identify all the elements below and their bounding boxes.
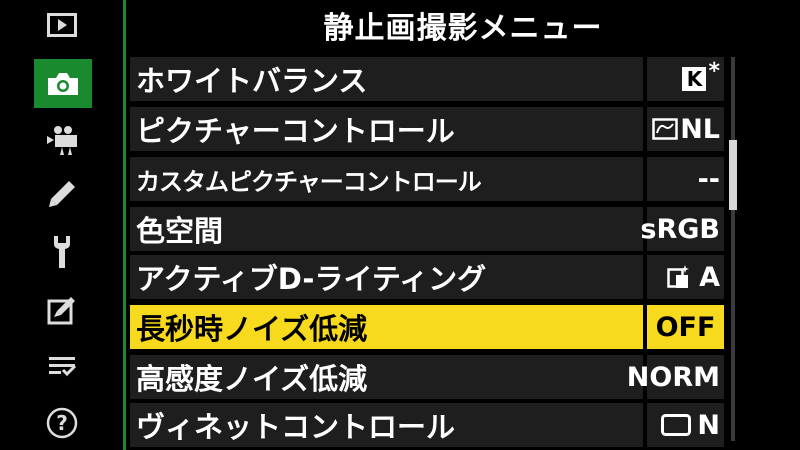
menu-item-value: NL: [647, 107, 724, 151]
menu-tab-column: ?: [0, 0, 124, 450]
tab-help[interactable]: ?: [32, 401, 92, 445]
menu-item-white-balance[interactable]: ホワイトバランス K *: [130, 57, 724, 101]
menu-item-active-d-lighting[interactable]: アクティブD-ライティング A: [130, 255, 724, 299]
camera-icon: [46, 71, 80, 97]
menu-item-value: OFF: [647, 305, 724, 349]
retouch-icon: [47, 295, 77, 325]
my-menu-icon: [47, 354, 77, 378]
menu-item-value: K *: [647, 57, 724, 101]
menu-item-value: A: [647, 255, 724, 299]
k-box-icon: K: [682, 67, 707, 91]
menu-item-value: sRGB: [640, 207, 724, 251]
tab-retouch[interactable]: [32, 288, 92, 332]
menu-item-custom-picture-control[interactable]: カスタムピクチャーコントロール --: [130, 157, 724, 201]
camera-menu-screen: ? 静止画撮影メニュー ホワイトバランス K * ピクチャーコントロール NL カ…: [0, 0, 800, 450]
menu-item-value: N: [647, 403, 724, 447]
scrollbar-thumb[interactable]: [729, 140, 737, 210]
tab-setup[interactable]: [32, 230, 92, 274]
picture-control-icon: [652, 117, 678, 141]
menu-item-label: アクティブD-ライティング: [130, 255, 643, 299]
menu-item-label: ホワイトバランス: [130, 57, 643, 101]
menu-item-label: 高感度ノイズ低減: [130, 355, 643, 399]
pencil-icon: [47, 179, 77, 209]
svg-text:?: ?: [56, 411, 68, 435]
menu-item-color-space[interactable]: 色空間 sRGB: [130, 207, 724, 251]
tab-photo-shooting[interactable]: [34, 59, 92, 108]
tab-my-menu[interactable]: [32, 344, 92, 388]
playback-icon: [47, 13, 77, 37]
tab-movie-shooting[interactable]: [32, 118, 92, 162]
menu-item-picture-control[interactable]: ピクチャーコントロール NL: [130, 107, 724, 151]
menu-item-label: カスタムピクチャーコントロール: [130, 157, 643, 201]
wrench-icon: [50, 234, 74, 270]
menu-item-label: 長秒時ノイズ低減: [130, 305, 643, 349]
movie-camera-icon: [45, 125, 79, 155]
menu-item-long-exposure-nr[interactable]: 長秒時ノイズ低減 OFF: [130, 305, 724, 349]
menu-title: 静止画撮影メニュー: [323, 11, 603, 46]
value-text: NL: [680, 113, 720, 145]
menu-item-vignette-control[interactable]: ヴィネットコントロール N: [130, 403, 724, 447]
value-text: A: [699, 261, 720, 293]
value-text: N: [697, 409, 720, 441]
tab-playback[interactable]: [32, 3, 92, 47]
scrollbar-track[interactable]: [731, 57, 735, 441]
menu-item-label: ヴィネットコントロール: [130, 403, 643, 447]
vignette-icon: [661, 414, 692, 436]
menu-item-value: --: [647, 157, 724, 201]
menu-item-value: NORM: [627, 355, 724, 399]
menu-item-label: ピクチャーコントロール: [130, 107, 643, 151]
menu-item-high-iso-nr[interactable]: 高感度ノイズ低減 NORM: [130, 355, 724, 399]
menu-item-label: 色空間: [130, 207, 643, 251]
value-text: *: [708, 58, 720, 84]
tab-divider: [123, 0, 126, 450]
adl-icon: [667, 264, 691, 290]
tab-custom-settings[interactable]: [32, 172, 92, 216]
help-icon: ?: [46, 407, 78, 439]
